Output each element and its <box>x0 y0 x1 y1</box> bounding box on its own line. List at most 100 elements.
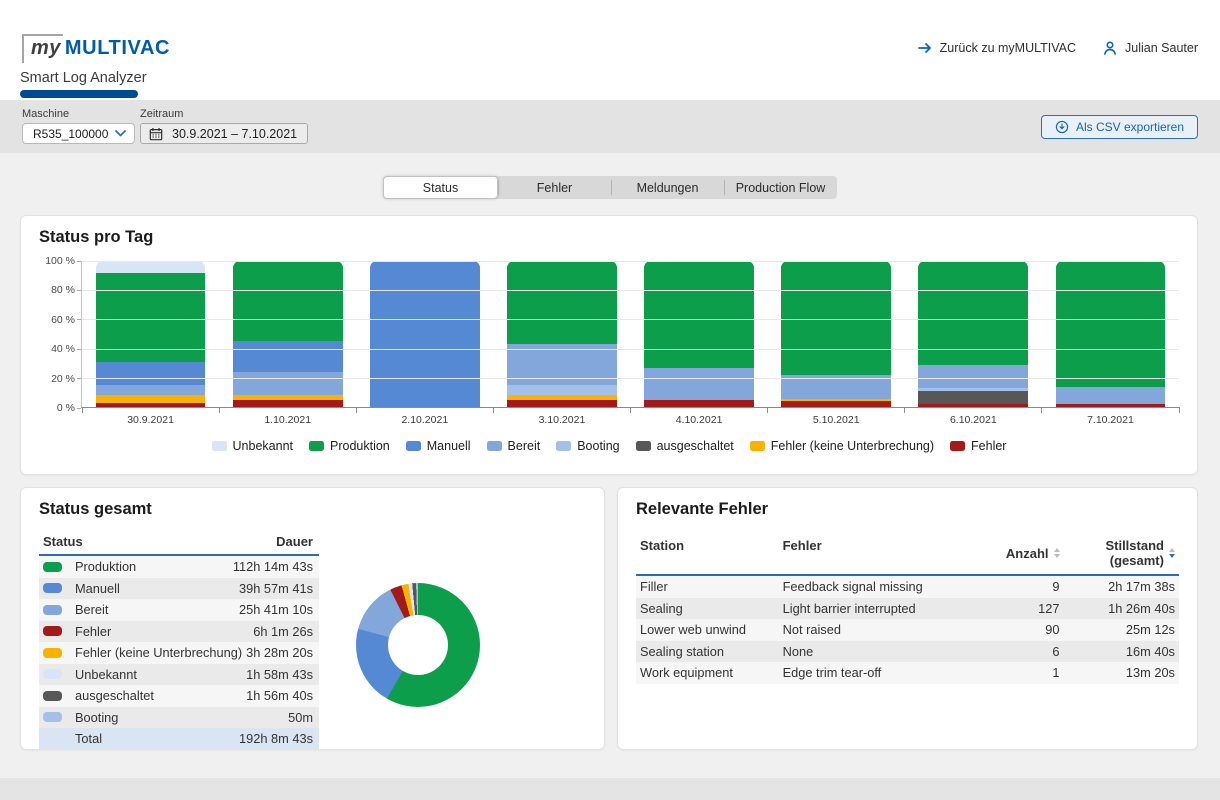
error-count: 127 <box>989 601 1060 616</box>
x-axis-tick <box>219 407 220 413</box>
status-row-duration: 6h 1m 26s <box>253 624 313 639</box>
error-name: Edge trim tear-off <box>783 665 989 680</box>
x-axis-label: 2.10.2021 <box>356 414 493 426</box>
legend-item-booting: Booting <box>556 439 619 453</box>
relevant-errors-title: Relevante Fehler <box>636 500 1179 519</box>
y-axis-tick-label: 40 % <box>51 343 75 355</box>
machine-select[interactable]: R535_100000 <box>22 123 135 144</box>
status-row-label-group: Booting <box>43 710 118 725</box>
x-axis-tick <box>493 407 494 413</box>
stacked-bar <box>96 261 206 407</box>
nav-tab-active-underline <box>20 90 138 98</box>
relevant-errors-card: Relevante Fehler Station Fehler Anzahl S… <box>617 487 1198 750</box>
error-row: Lower web unwindNot raised9025m 12s <box>636 619 1179 641</box>
bar-group-6.10.2021 <box>905 261 1042 407</box>
legend-label: Booting <box>577 439 619 453</box>
status-swatch-manuell <box>43 583 62 593</box>
export-csv-button[interactable]: Als CSV exportieren <box>1041 115 1198 139</box>
status-row-duration: 39h 57m 41s <box>239 581 313 596</box>
export-csv-label: Als CSV exportieren <box>1076 120 1184 134</box>
bar-segment-fehler <box>644 400 754 407</box>
tab-status[interactable]: Status <box>383 176 498 199</box>
bar-segment-fehler <box>918 404 1028 407</box>
stacked-bar <box>233 261 343 407</box>
bar-group-3.10.2021 <box>493 261 630 407</box>
plot-area <box>81 261 1179 408</box>
bar-group-1.10.2021 <box>219 261 356 407</box>
error-count: 9 <box>989 579 1060 594</box>
bar-segment-fehler <box>1056 404 1166 407</box>
app-header: my MULTIVAC Smart Log Analyzer Zurück zu… <box>0 0 1220 100</box>
status-per-day-card: Status pro Tag 0 %20 %40 %60 %80 %100 % … <box>20 215 1198 475</box>
back-to-mymultivac-link[interactable]: Zurück zu myMULTIVAC <box>917 40 1076 56</box>
machine-select-value: R535_100000 <box>33 127 108 141</box>
legend-label: Fehler <box>971 439 1006 453</box>
status-row-label: Fehler (keine Unterbrechung) <box>75 645 242 660</box>
legend-label: Manuell <box>427 439 471 453</box>
fehler-column-header: Fehler <box>783 538 989 568</box>
stacked-bar <box>781 261 891 407</box>
legend-swatch-produktion <box>309 441 324 451</box>
y-axis-tick-label: 20 % <box>51 373 75 385</box>
legend-item-manuell: Manuell <box>406 439 471 453</box>
error-name: None <box>783 644 989 659</box>
legend-item-produktion: Produktion <box>309 439 390 453</box>
error-row: SealingLight barrier interrupted1271h 26… <box>636 598 1179 620</box>
errors-table: Station Fehler Anzahl Stillstand (gesamt… <box>636 535 1179 684</box>
x-axis-tick <box>82 407 83 413</box>
nav-tab-smart-log-analyzer[interactable]: Smart Log Analyzer <box>20 70 147 86</box>
x-axis-tick <box>767 407 768 413</box>
status-row-label: Unbekannt <box>75 667 137 682</box>
bar-segment-produktion <box>1056 261 1166 387</box>
status-row-label-group: Fehler (keine Unterbrechung) <box>43 645 242 660</box>
bar-segment-produktion <box>507 261 617 344</box>
error-row: FillerFeedback signal missing92h 17m 38s <box>636 576 1179 598</box>
legend-label: ausgeschaltet <box>657 439 734 453</box>
status-row-label-group: Fehler <box>43 624 111 639</box>
stillstand-column-header[interactable]: Stillstand (gesamt) <box>1060 538 1179 568</box>
bar-segment-bereit <box>233 372 343 395</box>
tab-production-flow[interactable]: Production Flow <box>724 176 837 199</box>
y-axis-tick-label: 60 % <box>51 314 75 326</box>
status-row-fehler: Fehler 6h 1m 26s <box>39 621 319 643</box>
legend-item-ausgeschaltet: ausgeschaltet <box>636 439 734 453</box>
period-label: Zeitraum <box>140 108 308 120</box>
gridline <box>82 319 1179 320</box>
x-axis-tick <box>904 407 905 413</box>
error-station: Work equipment <box>636 665 783 680</box>
x-axis-label: 5.10.2021 <box>768 414 905 426</box>
tab-fehler[interactable]: Fehler <box>498 176 611 199</box>
status-row-duration: 1h 58m 43s <box>246 667 313 682</box>
anzahl-column-header[interactable]: Anzahl <box>989 538 1060 568</box>
tab-meldungen[interactable]: Meldungen <box>611 176 724 199</box>
x-axis-labels: 30.9.20211.10.20212.10.20213.10.20214.10… <box>82 414 1179 426</box>
bar-segment-fehler_ku <box>96 395 206 404</box>
status-row-duration: 112h 14m 43s <box>233 559 313 574</box>
mymultivac-logo[interactable]: my MULTIVAC <box>22 34 170 63</box>
legend-swatch-ausgeschaltet <box>636 441 651 451</box>
anzahl-header-label: Anzahl <box>1006 546 1049 561</box>
filter-bar: Maschine R535_100000 Zeitraum 30.9.2021 … <box>0 100 1220 153</box>
status-row-label: ausgeschaltet <box>75 688 154 703</box>
y-axis-tick-label: 0 % <box>57 402 75 414</box>
bar-group-7.10.2021 <box>1042 261 1179 407</box>
legend-label: Fehler (keine Unterbrechung) <box>771 439 934 453</box>
user-menu[interactable]: Julian Sauter <box>1102 40 1198 56</box>
status-table-rows: Produktion112h 14m 43sManuell39h 57m 41s… <box>39 556 319 750</box>
bar-segment-manuell <box>370 261 480 407</box>
status-swatch-ausgeschaltet <box>43 691 62 701</box>
chevron-down-icon <box>115 130 126 137</box>
gridline <box>82 261 1179 262</box>
bar-segment-unbekannt <box>96 261 206 273</box>
legend-swatch-booting <box>556 441 571 451</box>
status-row-label: Bereit <box>75 602 108 617</box>
station-column-header: Station <box>636 538 783 568</box>
status-row-label-group: Manuell <box>43 581 120 596</box>
bar-group-5.10.2021 <box>768 261 905 407</box>
period-date-range-field[interactable]: 30.9.2021 – 7.10.2021 <box>140 123 308 144</box>
status-total-title: Status gesamt <box>39 500 586 519</box>
legend-swatch-unbekannt <box>212 441 227 451</box>
status-swatch-booting <box>43 712 62 722</box>
gridline <box>82 349 1179 350</box>
sort-icon-stillstand-desc[interactable] <box>1169 548 1175 558</box>
